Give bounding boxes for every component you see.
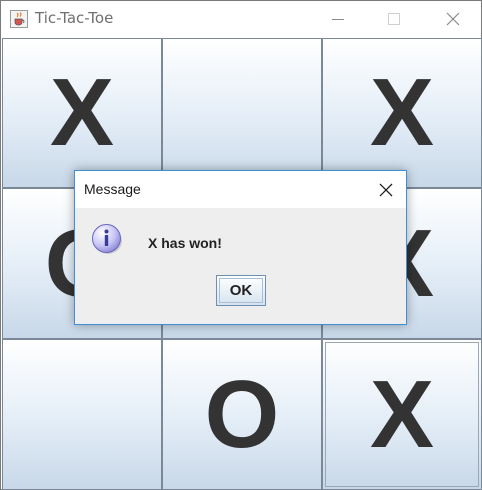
cell-8[interactable]: O — [162, 339, 322, 490]
cell-2[interactable] — [162, 38, 322, 188]
maximize-icon[interactable] — [371, 1, 417, 38]
dialog-title: Message — [84, 181, 141, 197]
minimize-icon[interactable] — [315, 1, 361, 38]
window-title: Tic-Tac-Toe — [35, 9, 114, 27]
close-icon[interactable] — [429, 1, 475, 38]
info-icon — [92, 224, 122, 254]
title-bar[interactable]: Tic-Tac-Toe — [1, 1, 481, 38]
close-icon[interactable] — [367, 171, 405, 208]
message-dialog: Message X has won! OK — [74, 170, 407, 325]
cell-3[interactable]: X — [322, 38, 482, 188]
cell-9[interactable]: X — [322, 339, 482, 490]
java-cup-icon — [10, 10, 28, 28]
cell-9-mark: X — [369, 360, 435, 468]
ok-button[interactable]: OK — [216, 275, 266, 306]
cell-7[interactable] — [2, 339, 162, 490]
dialog-message: X has won! — [148, 235, 222, 251]
cell-1[interactable]: X — [2, 38, 162, 188]
dialog-title-bar[interactable]: Message — [75, 171, 406, 208]
